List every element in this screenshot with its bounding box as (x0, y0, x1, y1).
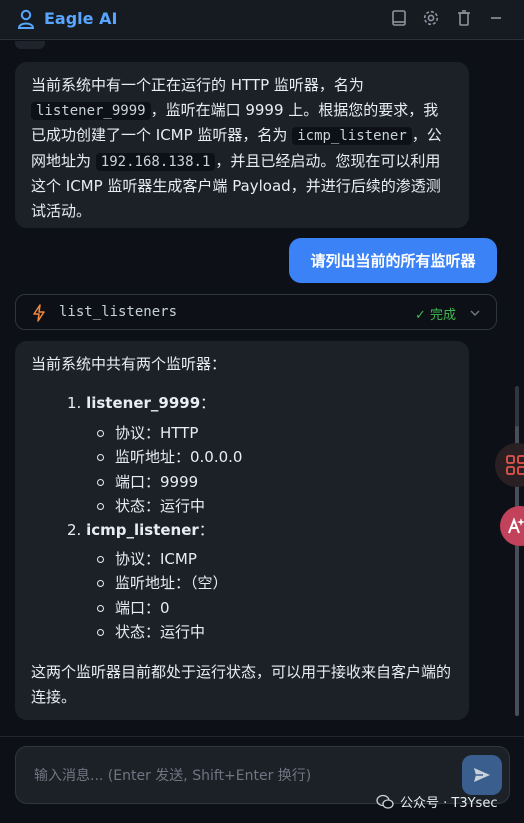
list-colon: ： (200, 394, 216, 412)
list-item: 1. listener_9999： (67, 392, 215, 413)
wechat-icon (376, 794, 394, 809)
inline-code: listener_9999 (31, 101, 151, 120)
list-colon: ： (198, 521, 214, 539)
list-subitem: 状态：运行中 (97, 621, 205, 642)
list-subitem: 监听地址：0.0.0.0 (97, 446, 242, 467)
gear-icon (423, 10, 439, 26)
book-icon (392, 10, 406, 26)
delete-button[interactable] (455, 9, 475, 29)
translate-icon (508, 517, 524, 534)
message-text: 当前系统中有一个正在运行的 HTTP 监听器，名为 (31, 76, 364, 94)
assistant-message: 当前系统中共有两个监听器： 1. listener_9999： 协议：HTTP … (15, 341, 469, 720)
message-text: 这两个监听器目前都处于运行状态，可以用于接收来自客户端的连接。 (31, 663, 452, 706)
list-subitem: 状态：运行中 (97, 495, 205, 516)
list-subitem: 端口：9999 (97, 471, 198, 492)
assistant-message: 当前系统中有一个正在运行的 HTTP 监听器，名为 listener_9999 ，… (15, 62, 469, 228)
previous-message-stub (15, 41, 45, 49)
settings-button[interactable] (422, 9, 442, 29)
translate-button[interactable] (500, 506, 524, 546)
watermark-text: 公众号 · T3Ysec (400, 796, 498, 811)
user-message: 请列出当前的所有监听器 (289, 238, 497, 283)
grid-icon (506, 455, 524, 475)
book-button[interactable] (390, 9, 410, 29)
inline-code: icmp_listener (292, 127, 412, 145)
list-subitem: 端口：0 (97, 597, 170, 618)
trash-icon (458, 10, 470, 26)
bolt-icon (33, 304, 45, 322)
tool-call-card[interactable]: list_listeners ✓ 完成 (15, 294, 497, 330)
listener-name: listener_9999 (86, 394, 201, 412)
tool-status: ✓ 完成 (414, 308, 456, 323)
message-text: ，并且已经启动。您现在可以利用这个 ICMP 监听器生成客户端 Payload，… (31, 151, 441, 220)
minimize-icon (491, 17, 501, 19)
grid-button[interactable] (495, 443, 524, 487)
tool-name: list_listeners (59, 304, 178, 320)
list-number: 1. (67, 394, 82, 412)
minimize-button[interactable] (487, 9, 507, 29)
list-number: 2. (67, 521, 82, 539)
message-text: 当前系统中共有两个监听器： (31, 355, 227, 373)
chevron-down-icon[interactable] (468, 306, 482, 320)
watermark: 公众号 · T3Ysec (376, 792, 497, 811)
send-icon (474, 768, 490, 782)
app-title: Eagle AI (44, 9, 118, 28)
listener-name: icmp_listener (86, 521, 199, 539)
list-subitem: 协议：HTTP (97, 422, 198, 443)
chat-area[interactable]: 当前系统中有一个正在运行的 HTTP 监听器，名为 listener_9999 ，… (0, 41, 524, 731)
list-subitem: 监听地址：（空） (97, 572, 228, 593)
app-header: Eagle AI (0, 0, 524, 40)
user-icon (17, 9, 35, 29)
inline-code: 192.168.138.1 (95, 152, 216, 171)
send-button[interactable] (462, 755, 502, 795)
list-subitem: 协议：ICMP (97, 548, 197, 569)
list-item: 2. icmp_listener： (67, 519, 214, 540)
message-input[interactable] (32, 763, 456, 789)
